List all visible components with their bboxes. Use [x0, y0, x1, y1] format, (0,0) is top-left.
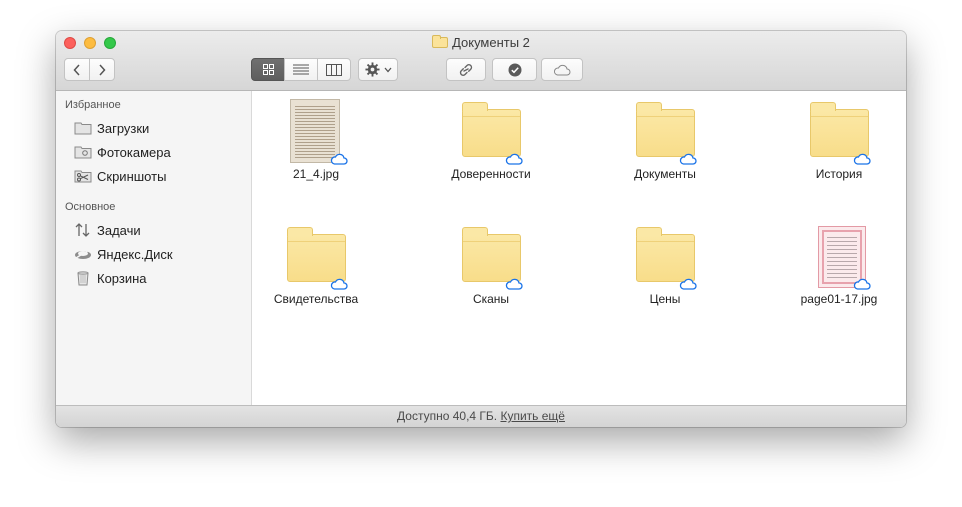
chevron-left-icon — [73, 63, 80, 76]
sidebar-item-screenshots[interactable]: Скриншоты — [74, 166, 166, 186]
folder-item[interactable]: Доверенности — [426, 95, 556, 181]
cloud-sync-icon — [505, 278, 523, 290]
file-name: page01-17.jpg — [800, 292, 878, 306]
action-menu-button[interactable] — [358, 58, 398, 81]
gear-icon — [364, 62, 380, 77]
sidebar-item-label: Скриншоты — [97, 168, 167, 184]
folder-item[interactable]: История — [774, 95, 904, 181]
file-name: Цены — [649, 292, 681, 306]
camera-folder-icon — [74, 146, 92, 159]
view-mode-selector — [251, 58, 351, 81]
file-name: Документы — [634, 167, 696, 181]
trash-icon — [77, 271, 89, 286]
sidebar: Избранное Загрузки Фотокамера Скриншоты — [56, 91, 252, 405]
scissors-folder-icon — [74, 170, 92, 183]
checkmark-circle-icon — [508, 63, 521, 76]
cloud-sync-icon — [330, 278, 348, 290]
folder-icon — [462, 227, 521, 282]
folder-icon — [636, 227, 695, 282]
cloud-sync-icon — [853, 153, 871, 165]
back-button[interactable] — [64, 58, 90, 81]
folder-item[interactable]: Свидетельства — [251, 220, 381, 306]
sidebar-section-header: Основное — [65, 201, 116, 213]
columns-icon — [326, 63, 342, 76]
sidebar-item-label: Корзина — [97, 270, 147, 286]
cloud-sync-icon — [679, 153, 697, 165]
window-title: Документы 2 — [56, 35, 906, 51]
cloud-sync-button[interactable] — [541, 58, 583, 81]
cloud-sync-icon — [505, 153, 523, 165]
sidebar-item-trash[interactable]: Корзина — [74, 268, 147, 288]
sidebar-item-label: Яндекс.Диск — [97, 246, 173, 262]
file-grid: 21_4.jpg Доверенности Документы История … — [252, 91, 906, 405]
sidebar-item-label: Задачи — [97, 222, 141, 238]
column-view-button[interactable] — [317, 58, 351, 81]
file-name: Сканы — [472, 292, 510, 306]
grid-icon — [262, 64, 274, 75]
sidebar-section-header: Избранное — [65, 99, 121, 111]
cloud-sync-icon — [679, 278, 697, 290]
transfer-arrows-icon — [75, 223, 90, 237]
buy-more-link[interactable]: Купить ещё — [500, 409, 565, 423]
sidebar-item-label: Фотокамера — [97, 144, 171, 160]
file-name: Свидетельства — [273, 292, 359, 306]
sidebar-item-camera[interactable]: Фотокамера — [74, 142, 171, 162]
list-view-button[interactable] — [284, 58, 318, 81]
list-icon — [293, 64, 309, 75]
available-space: Доступно 40,4 ГБ. — [397, 409, 498, 423]
navigation-buttons — [64, 58, 115, 81]
folder-icon — [432, 35, 449, 48]
toolbar: Документы 2 — [56, 31, 906, 91]
folder-icon — [287, 227, 346, 282]
sidebar-item-tasks[interactable]: Задачи — [74, 220, 141, 240]
sidebar-item-downloads[interactable]: Загрузки — [74, 118, 149, 138]
status-bar: Доступно 40,4 ГБ. Купить ещё — [56, 405, 906, 427]
folder-icon — [74, 122, 92, 135]
finder-window: Документы 2 Избранное Загрузки Фотокамер… — [56, 31, 906, 427]
folder-icon — [636, 102, 695, 157]
icon-view-button[interactable] — [251, 58, 285, 81]
folder-item[interactable]: Цены — [600, 220, 730, 306]
folder-icon — [810, 102, 869, 157]
forward-button[interactable] — [89, 58, 115, 81]
folder-icon — [462, 102, 521, 157]
folder-item[interactable]: Сканы — [426, 220, 556, 306]
file-item[interactable]: 21_4.jpg — [251, 95, 381, 181]
window-title-text: Документы 2 — [452, 35, 530, 50]
yandex-disk-icon — [75, 249, 91, 259]
cloud-icon — [554, 64, 571, 75]
offline-available-button[interactable] — [492, 58, 537, 81]
sidebar-item-yandex-disk[interactable]: Яндекс.Диск — [74, 244, 173, 264]
folder-item[interactable]: Документы — [600, 95, 730, 181]
copy-link-button[interactable] — [446, 58, 486, 81]
chevron-right-icon — [99, 63, 106, 76]
sidebar-item-label: Загрузки — [97, 120, 150, 136]
file-name: 21_4.jpg — [292, 167, 340, 181]
file-name: История — [815, 167, 863, 181]
file-name: Доверенности — [451, 167, 531, 181]
cloud-sync-icon — [330, 153, 348, 165]
cloud-sync-icon — [853, 278, 871, 290]
chevron-down-icon — [384, 67, 391, 72]
file-item[interactable]: page01-17.jpg — [774, 220, 904, 306]
link-icon — [459, 63, 473, 76]
